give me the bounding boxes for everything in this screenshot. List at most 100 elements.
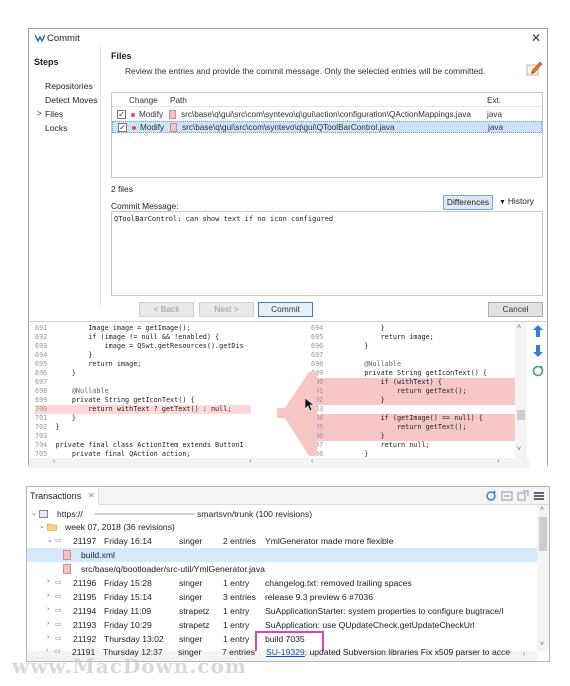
refresh-icon[interactable]: [532, 364, 544, 378]
next-change-icon[interactable]: [532, 344, 544, 358]
changed-file-row[interactable]: build.xml: [27, 548, 537, 562]
changed-file-row[interactable]: src/base/q/bootloader/src-util/YmlGenera…: [27, 562, 537, 576]
menu-icon[interactable]: [533, 490, 545, 502]
week-group[interactable]: ⌄ week 07, 2018 (36 revisions): [27, 520, 537, 534]
step-locks[interactable]: Locks: [45, 123, 67, 133]
expand-icon[interactable]: ›: [47, 578, 49, 585]
transaction-row[interactable]: ⌄ ▭ 21197 Friday 16:14 singer 2 entries …: [27, 534, 537, 548]
transaction-row[interactable]: › ▭ 21195 Friday 15:14 singer 3 entries …: [27, 590, 537, 604]
cancel-button[interactable]: Cancel: [488, 302, 543, 317]
date: Thursday 13:02: [104, 634, 164, 644]
refresh-icon[interactable]: [485, 490, 497, 502]
code-text: return getText();: [331, 387, 467, 395]
line-number: 699: [35, 396, 56, 404]
expand-icon[interactable]: ›: [47, 592, 49, 599]
collapse-icon[interactable]: ⌄: [47, 536, 53, 544]
file-ext: java: [487, 110, 503, 119]
history-dropdown[interactable]: ▼ History: [499, 195, 543, 210]
expand-icon[interactable]: ›: [46, 647, 48, 654]
row-checkbox[interactable]: ✓: [117, 110, 126, 119]
scroll-up-icon[interactable]: ˄: [540, 506, 544, 513]
commit-button[interactable]: Commit: [258, 302, 313, 317]
settings-icon[interactable]: [517, 490, 529, 502]
scroll-right-icon[interactable]: ›: [497, 458, 499, 465]
step-repositories[interactable]: Repositories: [45, 81, 93, 91]
files-header: Files: [111, 51, 132, 61]
row-checkbox[interactable]: ✓: [118, 123, 127, 132]
message: SuApplication: use QUpdateCheck.getUpdat…: [265, 620, 475, 630]
line-number: 691: [35, 324, 56, 332]
scroll-right-icon[interactable]: ›: [249, 458, 251, 465]
code-line: 702 }: [35, 423, 251, 432]
differences-toggle[interactable]: Differences: [443, 195, 493, 210]
date: Friday 16:14: [104, 536, 152, 546]
redacted-bar: [95, 513, 195, 515]
filter-icon[interactable]: [501, 490, 513, 502]
transactions-vertical-scrollbar[interactable]: ˄ ˅: [537, 505, 549, 651]
code-text: image = QSwt.getResources().getDis: [55, 342, 244, 350]
scroll-up-icon[interactable]: ˄: [517, 324, 521, 331]
diff-viewer: 691 Image image = getImage(); 692 if (ima…: [29, 321, 547, 468]
col-ext[interactable]: Ext.: [487, 96, 501, 105]
code-text: private String getIconText() {: [55, 396, 195, 404]
commit-icon: ▭: [55, 635, 62, 642]
next-button[interactable]: Next >: [199, 302, 254, 317]
back-button[interactable]: < Back: [139, 302, 194, 317]
code-line: 700 if (withText) {: [311, 378, 527, 387]
diff-horizontal-scrollbar[interactable]: ‹ › ‹ ›: [29, 458, 529, 468]
scroll-down-icon[interactable]: ˅: [517, 446, 521, 453]
transaction-row[interactable]: › ▭ 21193 Friday 10:29 strapetz 1 entry …: [27, 618, 537, 632]
collapse-icon[interactable]: ⌄: [39, 522, 45, 530]
commit-message-input[interactable]: QToolBarControl: can show text if no ico…: [111, 211, 543, 296]
issue-link[interactable]: SU-19329: [266, 647, 305, 657]
line-number: 701: [35, 414, 56, 422]
current-step-arrow-icon: >: [37, 109, 42, 118]
java-file-icon: [169, 110, 176, 119]
code-text: private final QAction action;: [55, 450, 191, 458]
tab-transactions[interactable]: Transactions ✕: [27, 487, 99, 505]
step-detect-moves[interactable]: Detect Moves: [45, 95, 98, 105]
scroll-thumb[interactable]: [539, 517, 547, 551]
table-row[interactable]: ✓ Modify src\base\q\gui\src\com\syntevo\…: [112, 109, 542, 121]
table-header: Change Path Ext.: [112, 93, 542, 107]
commit-icon: ▭: [55, 607, 62, 614]
repo-icon: [39, 510, 48, 518]
code-text: return image;: [55, 360, 142, 368]
step-files[interactable]: Files: [45, 109, 63, 119]
previous-change-icon[interactable]: [532, 324, 544, 338]
file-icon: [63, 564, 71, 574]
user: singer: [179, 536, 203, 546]
scroll-left-icon[interactable]: ‹: [53, 458, 55, 465]
close-tab-icon[interactable]: ✕: [88, 491, 95, 500]
table-row[interactable]: ✓ Modify src\base\q\gui\src\com\syntevo\…: [112, 121, 542, 133]
transaction-row[interactable]: › ▭ 21196 Friday 15:28 singer 1 entry ch…: [27, 576, 537, 590]
expand-icon[interactable]: ›: [47, 634, 49, 641]
file-ext: java: [488, 123, 504, 132]
diff-vertical-scrollbar[interactable]: ˄ ˅: [515, 322, 527, 458]
col-path[interactable]: Path: [170, 96, 187, 105]
scroll-thumb[interactable]: [517, 410, 525, 420]
dialog-titlebar: Commit ✕: [29, 29, 547, 47]
scroll-left-icon[interactable]: ‹: [311, 458, 313, 465]
commit-icon: ▭: [55, 537, 62, 544]
code-line: 693 image = QSwt.getResources().getDis: [35, 342, 251, 351]
week-label: week 07, 2018 (36 revisions): [65, 522, 175, 532]
expand-icon[interactable]: ›: [47, 620, 49, 627]
collapse-icon[interactable]: ⌄: [31, 509, 37, 517]
transaction-row[interactable]: › ▭ 21194 Friday 11:09 strapetz 1 entry …: [27, 604, 537, 618]
rev: 21193: [73, 620, 97, 630]
commit-dialog: Commit ✕ Steps Repositories Detect Moves…: [28, 28, 548, 468]
file-count: 2 files: [111, 184, 133, 194]
file-icon: [63, 550, 71, 560]
rev: 21192: [73, 634, 97, 644]
code-line: 703: [35, 432, 251, 441]
col-change[interactable]: Change: [129, 96, 158, 105]
close-icon[interactable]: ✕: [531, 31, 541, 45]
commit-icon: ▭: [55, 621, 62, 628]
repository-root[interactable]: ⌄ https:// smartsvn/trunk (100 revisions…: [27, 507, 537, 521]
expand-icon[interactable]: ›: [47, 606, 49, 613]
code-line: 699 private String getIconText() {: [311, 369, 527, 378]
message: release 9.3 preview 6 #7036: [265, 592, 373, 602]
message: YmlGenerator made more flexible: [265, 536, 394, 546]
scroll-down-icon[interactable]: ˅: [540, 641, 544, 648]
